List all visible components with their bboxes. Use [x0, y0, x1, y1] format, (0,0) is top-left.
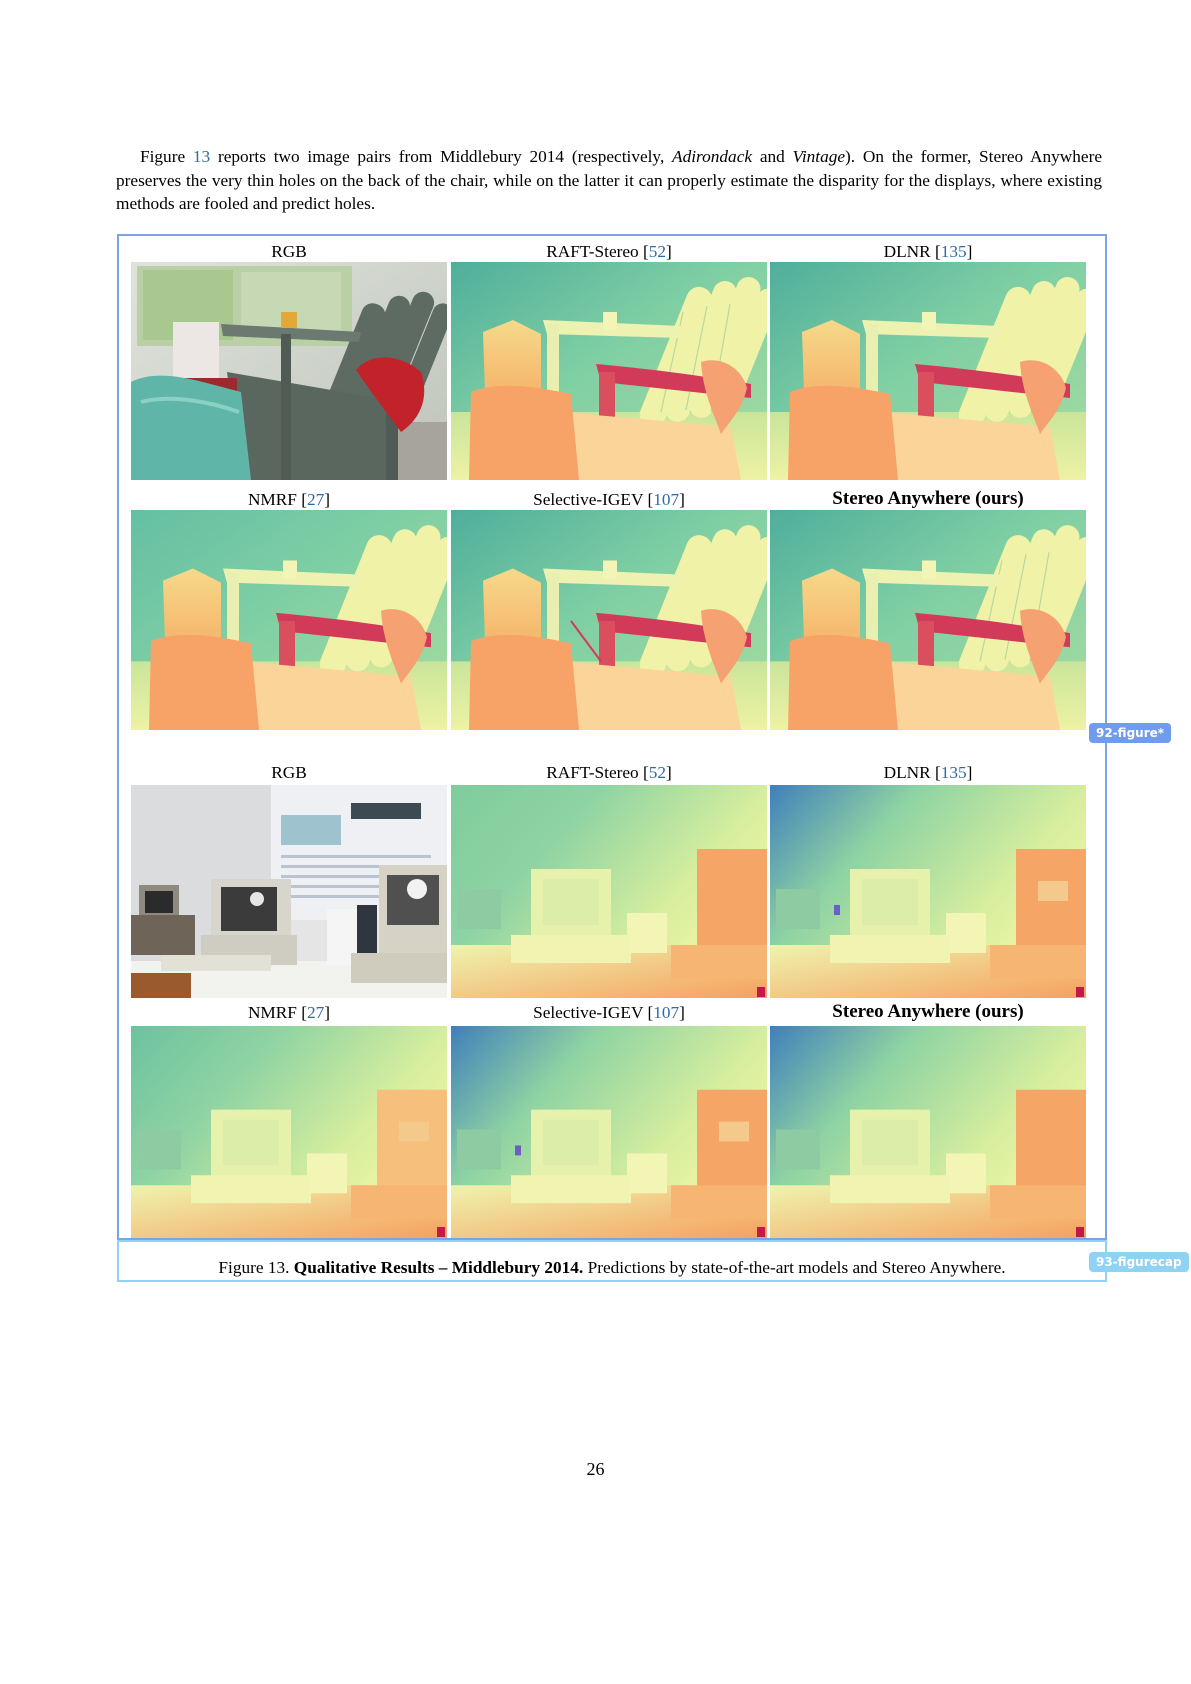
ref-link[interactable]: 27 — [307, 490, 324, 509]
label-ours-2: Stereo Anywhere (ours) — [832, 1001, 1024, 1022]
ref-link[interactable]: 107 — [653, 1003, 679, 1022]
rgb-image-adirondack — [131, 262, 447, 480]
label-sigev-1: Selective-IGEV [107] — [533, 490, 685, 509]
ref-link[interactable]: 135 — [941, 763, 967, 782]
disparity-map-stereo-anywhere-adirondack — [770, 510, 1086, 730]
caption-rest: Predictions by state-of-the-art models a… — [583, 1258, 1006, 1277]
paragraph-text-a: reports two image pairs from Middlebury … — [210, 147, 673, 166]
figure-tag: 92-figure* — [1089, 723, 1172, 743]
disparity-map-dlnr-adirondack — [770, 262, 1086, 480]
disparity-map-selective-igev-adirondack — [451, 510, 767, 730]
scene-name-adirondack: Adirondack — [672, 147, 753, 166]
ref-link[interactable]: 52 — [649, 242, 666, 261]
rgb-image-vintage — [131, 785, 447, 998]
disparity-map-raft-stereo-adirondack — [451, 262, 767, 480]
ref-link[interactable]: 52 — [649, 763, 666, 782]
figure-word: Figure — [140, 147, 186, 166]
disparity-map-nmrf-adirondack — [131, 510, 447, 730]
page-number: 26 — [586, 1459, 605, 1479]
figure-ref-link[interactable]: 13 — [193, 147, 210, 166]
label-raft-2: RAFT-Stereo [52] — [546, 763, 672, 782]
disparity-map-nmrf-vintage — [131, 1026, 447, 1238]
paragraph-and: and — [752, 147, 793, 166]
figure-caption: Figure 13. Qualitative Results – Middleb… — [117, 1258, 1107, 1278]
caption-prefix: Figure 13. — [218, 1258, 290, 1277]
scene-name-vintage: Vintage — [792, 147, 846, 166]
body-paragraph: Figure 13 reports two image pairs from M… — [116, 145, 1102, 216]
label-ours-1: Stereo Anywhere (ours) — [832, 488, 1024, 509]
label-rgb-2: RGB — [271, 763, 307, 782]
ref-link[interactable]: 27 — [307, 1003, 324, 1022]
disparity-map-raft-stereo-vintage — [451, 785, 767, 998]
ref-link[interactable]: 107 — [653, 490, 679, 509]
disparity-map-selective-igev-vintage — [451, 1026, 767, 1238]
label-dlnr-1: DLNR [135] — [883, 242, 973, 261]
ref-link[interactable]: 135 — [941, 242, 967, 261]
label-rgb-1: RGB — [271, 242, 307, 261]
label-nmrf-2: NMRF [27] — [247, 1003, 331, 1022]
label-sigev-2: Selective-IGEV [107] — [533, 1003, 685, 1022]
label-raft-1: RAFT-Stereo [52] — [546, 242, 672, 261]
label-nmrf-1: NMRF [27] — [247, 490, 331, 509]
disparity-map-dlnr-vintage — [770, 785, 1086, 998]
caption-bold: Qualitative Results – Middlebury 2014. — [293, 1258, 584, 1277]
label-dlnr-2: DLNR [135] — [883, 763, 973, 782]
disparity-map-stereo-anywhere-vintage — [770, 1026, 1086, 1238]
